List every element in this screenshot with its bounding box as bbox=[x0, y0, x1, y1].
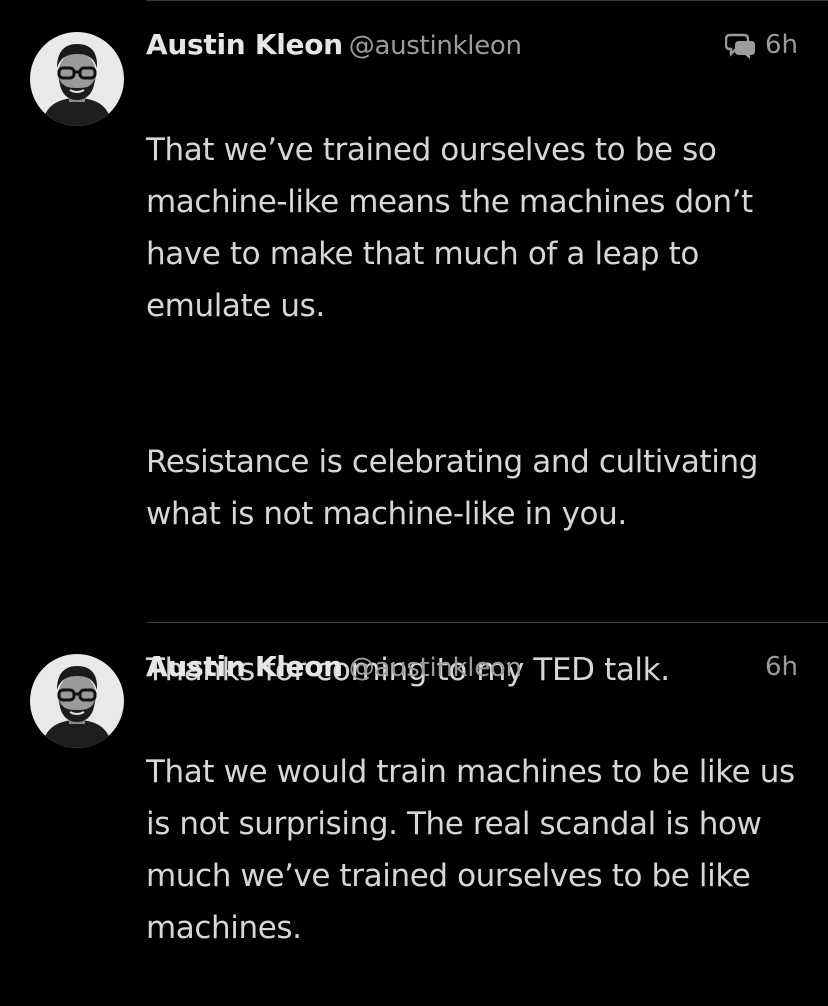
author-avatar-icon bbox=[30, 32, 124, 126]
avatar[interactable] bbox=[30, 654, 124, 748]
author-handle[interactable]: @austinkleon bbox=[349, 31, 522, 61]
tweet-time: 6h bbox=[764, 652, 798, 682]
conversation-icon bbox=[724, 31, 757, 59]
tweet-divider bbox=[146, 622, 828, 623]
tweet-meta: 6h bbox=[724, 30, 798, 60]
author-name[interactable]: Austin Kleon bbox=[146, 650, 343, 683]
tweet-header: Austin Kleon @austinkleon 6h bbox=[146, 28, 798, 66]
top-divider bbox=[146, 0, 828, 1]
avatar[interactable] bbox=[30, 32, 124, 126]
tweet-paragraph: That we’ve trained ourselves to be so ma… bbox=[146, 132, 753, 324]
tweet-meta: 6h bbox=[765, 652, 798, 682]
author-avatar-icon bbox=[30, 654, 124, 748]
tweet-body: That we’ve trained ourselves to be so ma… bbox=[146, 72, 806, 748]
author-handle[interactable]: @austinkleon bbox=[349, 653, 522, 683]
tweet-header: Austin Kleon @austinkleon 6h bbox=[146, 650, 798, 688]
author-name[interactable]: Austin Kleon bbox=[146, 28, 343, 61]
tweet-body: That we would train machines to be like … bbox=[146, 694, 806, 1006]
tweet-paragraph: Resistance is celebrating and cultivatin… bbox=[146, 444, 758, 532]
tweet-paragraph: That we would train machines to be like … bbox=[146, 754, 795, 946]
tweet-time: 6h bbox=[764, 30, 798, 60]
